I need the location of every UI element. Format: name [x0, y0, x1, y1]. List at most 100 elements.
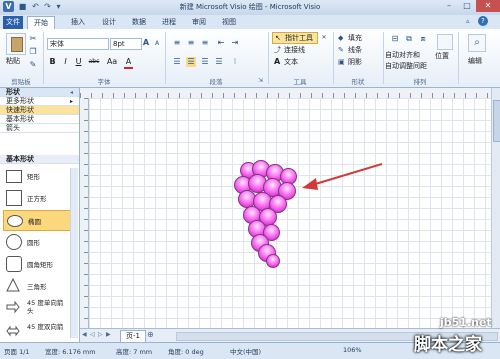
italic-button[interactable]: I [61, 57, 70, 67]
shape-item-circle[interactable]: 圆形 [3, 232, 69, 251]
format-painter-icon[interactable]: ✎ [28, 60, 38, 70]
bullets-icon[interactable]: ⁝ [230, 57, 240, 67]
font-color-button[interactable]: A [124, 57, 133, 69]
shadow-button[interactable]: ▣ 阴影 [338, 57, 378, 67]
rectangle-icon [6, 170, 22, 183]
position-button[interactable]: 位置 [435, 51, 449, 61]
text-button[interactable]: A 文本 [274, 57, 318, 67]
auto-align-button[interactable]: 自动对齐和 [385, 50, 420, 60]
shrink-font-icon[interactable]: A [153, 39, 161, 49]
shape-label: 矩形 [27, 173, 40, 181]
window-title: 新建 Microsoft Visio 绘图 - Microsoft Visio [179, 3, 321, 11]
prev-page-icon[interactable]: ◁ [90, 331, 95, 338]
align-middle-icon[interactable]: ≡ [186, 38, 196, 48]
group-label-arrange: 排列 [413, 78, 427, 86]
paste-icon[interactable] [6, 33, 26, 55]
align-bottom-icon[interactable]: ≡ [200, 38, 210, 48]
find-icon[interactable]: ⌕ [468, 34, 486, 52]
tab-file[interactable]: 文件 [3, 16, 23, 29]
shape-item-rounded-rectangle[interactable]: 圆角矩形 [3, 254, 69, 273]
indent-increase-icon[interactable]: ⇥ [230, 38, 240, 48]
shape-item-square[interactable]: 正方形 [3, 188, 69, 207]
connector-icon: ⤴ [274, 46, 281, 54]
strikethrough-button[interactable]: abc [87, 57, 101, 67]
justify-icon[interactable]: ☰ [214, 57, 224, 67]
position-icon[interactable] [437, 34, 453, 50]
group-label-font: 字体 [97, 78, 111, 86]
paste-button[interactable]: 粘贴 [6, 56, 20, 66]
maximize-button[interactable]: □ [458, 0, 476, 12]
ruler-vertical [80, 98, 89, 328]
tab-process[interactable]: 进程 [156, 16, 182, 29]
fill-button[interactable]: ◆ 填充 [338, 33, 378, 43]
tab-insert[interactable]: 插入 [65, 16, 91, 29]
shape-item-rectangle[interactable]: 矩形 [3, 166, 69, 185]
status-page[interactable]: 页面 1/1 [4, 346, 30, 356]
pane-scrollbar[interactable] [70, 168, 78, 338]
editing-button[interactable]: 编辑 [468, 56, 482, 66]
text-label: 文本 [284, 58, 298, 66]
align-shapes-icon[interactable]: ⊟ [390, 34, 400, 44]
line-button[interactable]: ✎ 线条 [338, 45, 378, 55]
connector-label: 连接线 [284, 46, 305, 54]
cut-icon[interactable]: ✂ [28, 34, 38, 44]
auto-space-button[interactable]: 自动调整间距 [385, 61, 427, 71]
nav-quick-shapes[interactable]: 快速形状 [0, 106, 79, 115]
insert-page-icon[interactable]: ⊕ [147, 330, 154, 339]
shape-item-45-double-arrow[interactable]: 45 度双向箭 [3, 322, 69, 340]
align-right-icon[interactable]: ☰ [200, 57, 210, 67]
last-page-icon[interactable]: ▶ [106, 331, 111, 338]
indent-decrease-icon[interactable]: ⇤ [216, 38, 226, 48]
bring-forward-icon[interactable]: ⧈ [418, 34, 428, 44]
minimize-button[interactable]: – [440, 0, 458, 12]
align-top-icon[interactable]: ≡ [172, 38, 182, 48]
help-icon[interactable]: ? [478, 16, 488, 26]
status-language[interactable]: 中文(中国) [230, 346, 261, 356]
group-label-paragraph: 段落 [209, 78, 223, 86]
tab-view[interactable]: 视图 [216, 16, 242, 29]
collapse-pane-icon[interactable]: ◂ [70, 89, 73, 96]
grow-font-icon[interactable]: A [142, 38, 150, 48]
change-case-button[interactable]: Aa [106, 57, 118, 67]
tab-design[interactable]: 设计 [96, 16, 122, 29]
font-size-select[interactable]: 8pt [110, 38, 142, 50]
watermark-name: 脚本之家 [414, 335, 482, 355]
pointer-tool-button[interactable]: ↖ 指针工具 [272, 32, 318, 44]
ribbon-minimize-icon[interactable]: ▵ [466, 17, 470, 25]
shape-item-triangle[interactable]: 三角形 [3, 276, 69, 295]
tab-review[interactable]: 审阅 [186, 16, 212, 29]
connector-button[interactable]: ⤴ 连接线 [274, 45, 318, 55]
next-page-icon[interactable]: ▷ [98, 331, 103, 338]
paragraph-launcher-icon[interactable]: ⇲ [258, 77, 263, 84]
nav-arrows[interactable]: 箭头 [0, 124, 79, 133]
drawing-canvas[interactable] [89, 98, 491, 328]
square-icon [6, 190, 22, 206]
triangle-icon [6, 278, 20, 292]
bold-button[interactable]: B [48, 57, 57, 67]
close-tools-icon[interactable]: ✕ [320, 33, 328, 43]
zoom-level[interactable]: 106% [343, 346, 362, 354]
watermark-site: jb51.net [440, 316, 492, 329]
group-shapes-icon[interactable]: ⧉ [404, 34, 414, 44]
tab-home[interactable]: 开始 [27, 16, 55, 30]
tab-data[interactable]: 数据 [126, 16, 152, 29]
stencil-header[interactable]: 基本形状 [0, 155, 79, 164]
nav-more-shapes[interactable]: 更多形状 [0, 97, 79, 106]
close-button[interactable]: ✕ [476, 0, 500, 12]
font-name-select[interactable]: 宋体 [47, 38, 109, 50]
more-shapes-arrow-icon: ▸ [70, 98, 74, 105]
shape-item-45-arrow[interactable]: 45 度单向箭头 [3, 298, 69, 320]
shape-item-ellipse[interactable]: 椭圆 [3, 210, 71, 231]
align-center-icon[interactable]: ☰ [186, 57, 196, 67]
nav-basic-shapes[interactable]: 基本形状 [0, 115, 79, 124]
line-label: 线条 [348, 46, 362, 54]
first-page-icon[interactable]: ◀ [82, 331, 87, 338]
copy-icon[interactable]: ❐ [28, 47, 38, 57]
scroll-thumb[interactable] [493, 100, 500, 142]
underline-button[interactable]: U [74, 57, 83, 67]
shape-label: 椭圆 [28, 218, 41, 226]
text-tool-icon: A [274, 57, 281, 66]
vertical-scrollbar[interactable] [491, 88, 500, 328]
ellipse-icon [7, 215, 23, 227]
align-left-icon[interactable]: ☰ [172, 57, 182, 67]
